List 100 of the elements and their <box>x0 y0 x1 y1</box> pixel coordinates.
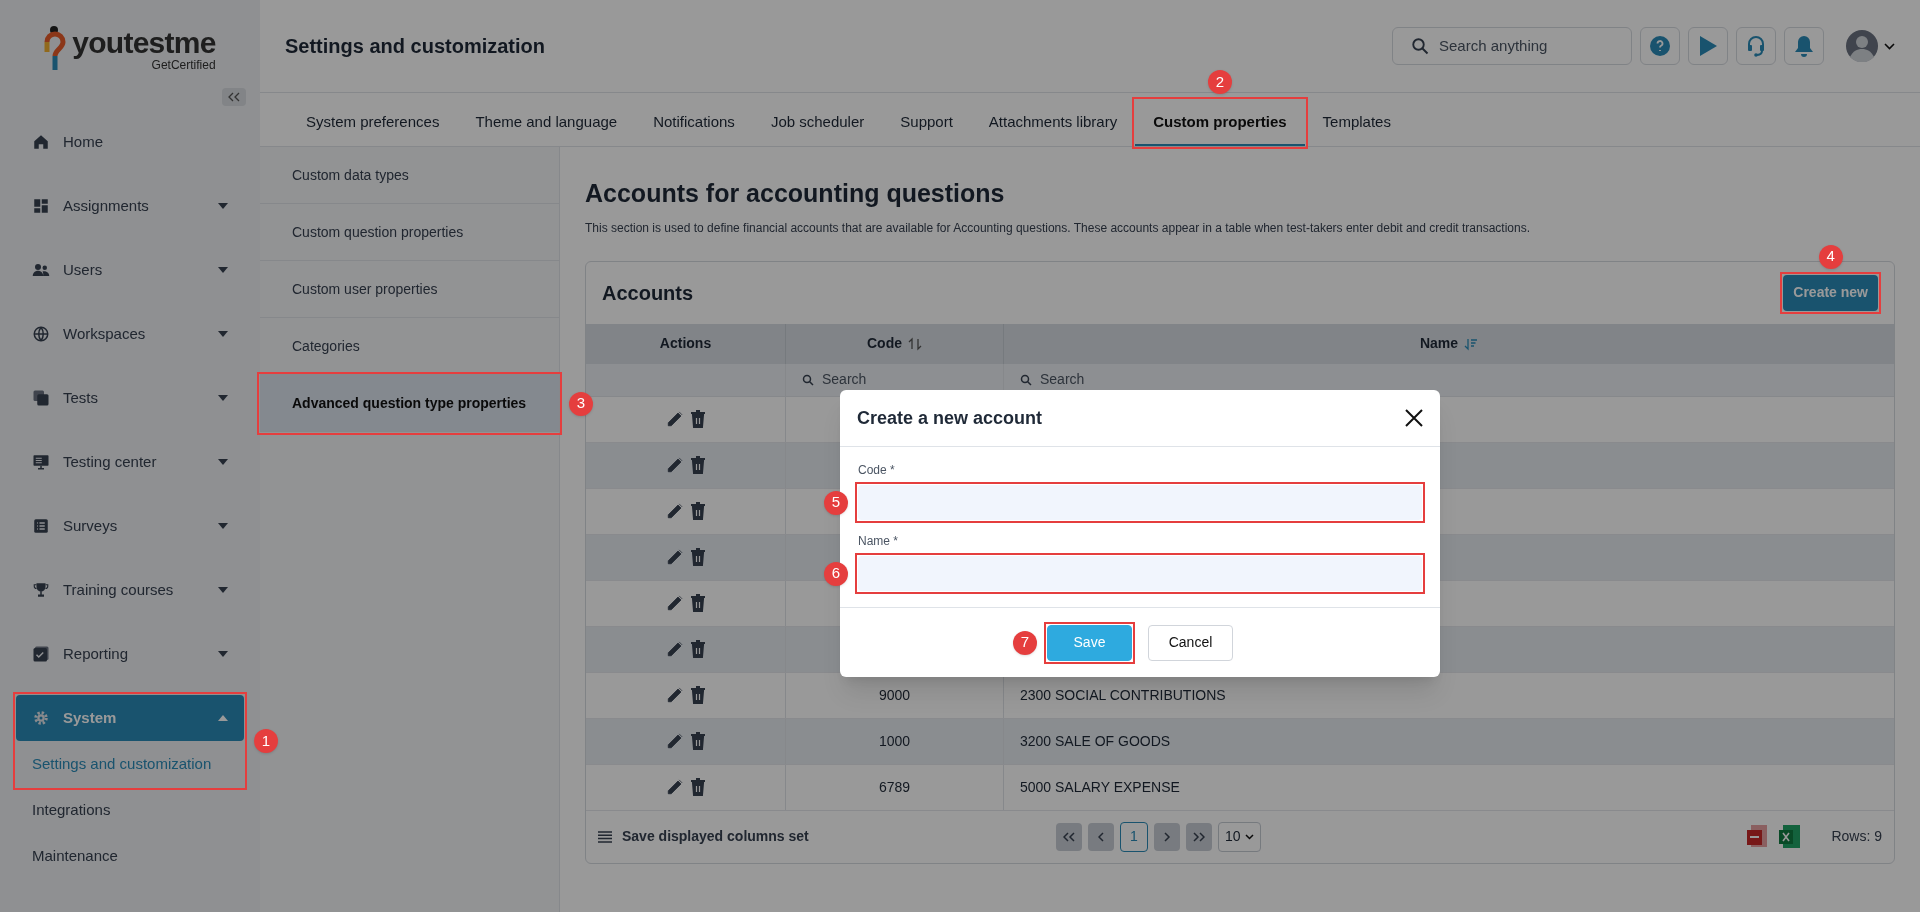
cancel-button[interactable]: Cancel <box>1148 624 1233 661</box>
nav-item[interactable]: Home <box>16 119 244 165</box>
collapse-button[interactable] <box>222 88 246 106</box>
submenu-item[interactable]: Custom user properties <box>260 261 559 318</box>
field-label: Code * <box>858 462 896 479</box>
tab[interactable]: Notifications <box>635 100 753 146</box>
nav-item[interactable]: Reporting <box>16 631 244 677</box>
export-pdf-button[interactable] <box>1747 824 1770 849</box>
pencil-icon <box>665 548 684 566</box>
tab[interactable]: System preferences <box>288 100 458 146</box>
delete-button[interactable] <box>689 410 706 428</box>
globe-icon <box>32 325 50 343</box>
tab[interactable]: Job scheduler <box>752 100 883 146</box>
delete-button[interactable] <box>689 594 706 612</box>
next-page-button[interactable] <box>1154 822 1180 851</box>
search-icon <box>802 373 814 386</box>
double-chevron-left-icon <box>1063 831 1075 842</box>
menu-icon <box>598 830 612 843</box>
chevron-right-icon <box>1163 831 1171 842</box>
search-input[interactable]: Search anything <box>1439 34 1609 58</box>
submenu-item[interactable]: Advanced question type properties <box>260 375 559 432</box>
nav-item[interactable]: Tests <box>16 375 244 421</box>
caret-icon <box>218 203 228 209</box>
delete-button[interactable] <box>689 640 706 658</box>
delete-button[interactable] <box>689 548 706 566</box>
column-header[interactable]: Actions <box>659 333 712 354</box>
nav-subitem[interactable]: Maintenance <box>16 833 244 879</box>
trash-icon <box>689 640 706 658</box>
notifications-button[interactable] <box>1784 27 1824 65</box>
user-menu[interactable] <box>1846 30 1895 62</box>
export-excel-button[interactable] <box>1779 824 1802 849</box>
trash-icon <box>689 502 706 520</box>
trash-icon <box>689 594 706 612</box>
trash-icon <box>689 686 706 704</box>
close-icon <box>1405 409 1423 427</box>
page-title: Settings and customization <box>285 34 547 59</box>
edit-button[interactable] <box>665 732 684 750</box>
delete-button[interactable] <box>689 686 706 704</box>
caret-icon <box>218 587 228 593</box>
trophy-icon <box>32 581 50 599</box>
nav-item[interactable]: System <box>16 695 244 741</box>
edit-button[interactable] <box>665 410 684 428</box>
submenu-item[interactable]: Custom data types <box>260 147 559 204</box>
edit-button[interactable] <box>665 502 684 520</box>
page-button[interactable]: 1 <box>1120 821 1148 852</box>
tab[interactable]: Support <box>882 100 971 146</box>
edit-button[interactable] <box>665 548 684 566</box>
page-size-select[interactable]: 10 <box>1218 821 1261 852</box>
users-icon <box>32 261 50 279</box>
column-filter-field[interactable]: Search <box>1040 369 1160 390</box>
help-icon <box>1650 36 1670 56</box>
caret-icon <box>218 331 228 337</box>
caret-icon <box>218 395 228 401</box>
nav-item[interactable]: Testing center <box>16 439 244 485</box>
column-header[interactable]: Name <box>1419 333 1459 354</box>
tab[interactable]: Theme and language <box>457 100 636 146</box>
logo-wordmark: youtestme <box>72 28 216 58</box>
nav-subitem[interactable]: Settings and customization <box>16 741 244 787</box>
nav-item[interactable]: Workspaces <box>16 311 244 357</box>
table-cell-text: 5000 SALARY EXPENSE <box>1020 777 1180 797</box>
nav-item[interactable]: Surveys <box>16 503 244 549</box>
create-new-button[interactable]: Create new <box>1783 274 1878 311</box>
column-filter-field[interactable]: Search <box>822 369 942 390</box>
table-cell-text: 6789 <box>878 777 911 797</box>
save-columns-button[interactable]: Save displayed columns set <box>598 826 1048 847</box>
edit-button[interactable] <box>665 686 684 704</box>
nav-item[interactable]: Training courses <box>16 567 244 613</box>
edit-button[interactable] <box>665 456 684 474</box>
nav-item[interactable]: Assignments <box>16 183 244 229</box>
tab[interactable]: Templates <box>1304 100 1409 146</box>
search-field[interactable]: Search anything <box>1392 27 1632 65</box>
delete-button[interactable] <box>689 502 706 520</box>
nav-item[interactable]: Users <box>16 247 244 293</box>
delete-button[interactable] <box>689 456 706 474</box>
spreadsheet-icon <box>1779 824 1802 849</box>
edit-button[interactable] <box>665 778 684 796</box>
pencil-icon <box>665 456 684 474</box>
trash-icon <box>689 456 706 474</box>
last-page-button[interactable] <box>1186 822 1212 851</box>
play-button[interactable] <box>1688 27 1728 65</box>
stacked-pages-icon <box>32 389 50 407</box>
edit-button[interactable] <box>665 594 684 612</box>
tab[interactable]: Custom properties <box>1135 100 1305 146</box>
first-page-button[interactable] <box>1056 822 1082 851</box>
step-badge: 7 <box>1013 630 1037 655</box>
pencil-icon <box>665 502 684 520</box>
delete-button[interactable] <box>689 732 706 750</box>
column-header[interactable]: Code <box>867 333 902 354</box>
pencil-icon <box>665 410 684 428</box>
previous-page-button[interactable] <box>1088 822 1114 851</box>
close-button[interactable] <box>1405 409 1423 427</box>
nav-subitem[interactable]: Integrations <box>16 787 244 833</box>
support-button[interactable] <box>1736 27 1776 65</box>
logo-tagline: GetCertified <box>151 58 216 72</box>
save-button[interactable]: Save <box>1047 624 1132 661</box>
tab[interactable]: Attachments library <box>970 100 1136 146</box>
submenu-item[interactable]: Custom question properties <box>260 204 559 261</box>
edit-button[interactable] <box>665 640 684 658</box>
help-button[interactable] <box>1640 27 1680 65</box>
delete-button[interactable] <box>689 778 706 796</box>
